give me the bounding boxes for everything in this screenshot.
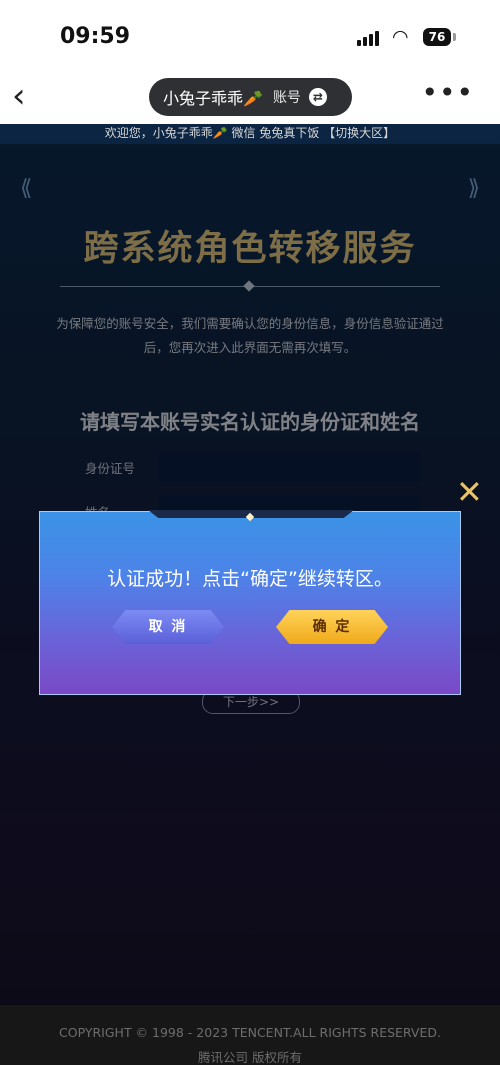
signal-icon	[357, 30, 383, 46]
welcome-text: 欢迎您，小兔子乖乖🥕 微信 兔兔真下饭 【切换大区】	[0, 124, 500, 144]
dialog-message: 认证成功！点击“确定”继续转区。	[107, 568, 393, 590]
wifi-icon: ◠	[392, 26, 409, 48]
nav-bar: ‹ 小兔子乖乖🥕 账号 ⇄ •••	[0, 72, 500, 124]
confirm-button[interactable]: 确 定	[276, 610, 388, 644]
back-icon[interactable]: ‹	[12, 78, 26, 114]
battery-tip	[453, 33, 456, 41]
status-bar: 09:59 ◠ 76	[0, 0, 500, 72]
account-label: 账号	[272, 90, 301, 106]
copyright-text: COPYRIGHT © 1998 - 2023 TENCENT.ALL RIGH…	[59, 1025, 441, 1040]
account-switcher[interactable]: 小兔子乖乖🥕 账号 ⇄	[149, 78, 352, 116]
clock: 09:59	[60, 24, 131, 49]
swap-icon: ⇄	[308, 88, 327, 106]
footer: COPYRIGHT © 1998 - 2023 TENCENT.ALL RIGH…	[0, 1005, 500, 1065]
company-text: 腾讯公司 版权所有	[198, 1050, 302, 1065]
account-name: 小兔子乖乖🥕	[163, 89, 263, 108]
success-dialog: 认证成功！点击“确定”继续转区。 取 消 确 定	[39, 510, 461, 695]
battery-icon: 76	[423, 28, 451, 46]
cancel-button[interactable]: 取 消	[112, 610, 224, 644]
more-icon[interactable]: •••	[421, 76, 474, 109]
close-icon[interactable]: ✕	[456, 476, 483, 508]
